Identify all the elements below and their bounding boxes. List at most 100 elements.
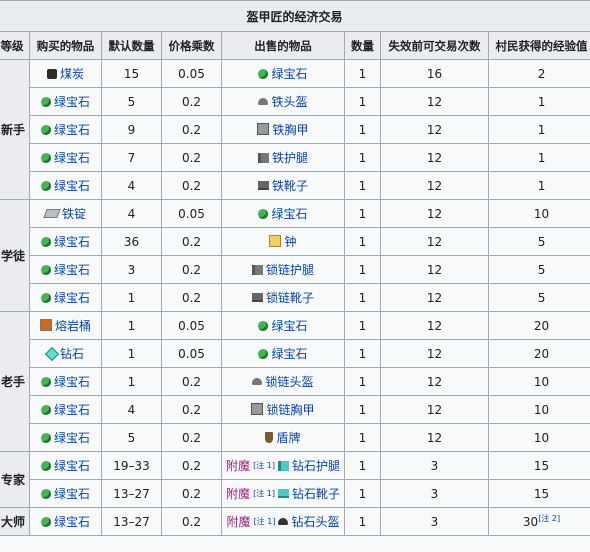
buy-item-link[interactable]: 绿宝石 [54, 513, 90, 530]
column-header: 购买的物品 [29, 31, 102, 60]
max-uses: 12 [380, 339, 489, 368]
emerald-icon [40, 152, 51, 163]
default-quantity: 1 [101, 283, 162, 312]
table-row: 绿宝石 5 0.2 铁头盔 1 12 1 [0, 87, 590, 116]
xp-value: 1 [537, 150, 546, 165]
sell-item-link[interactable]: 锁链护腿 [266, 261, 314, 278]
sell-item-link[interactable]: 钟 [284, 233, 296, 250]
sell-item-link[interactable]: 铁护腿 [272, 149, 308, 166]
price-multiplier: 0.05 [161, 339, 222, 368]
buy-item-link[interactable]: 绿宝石 [54, 457, 90, 474]
price-multiplier: 0.05 [161, 311, 222, 340]
villager-xp: 2 [487, 59, 590, 88]
villager-xp: 10 [487, 423, 590, 452]
buy-item-link[interactable]: 绿宝石 [54, 261, 90, 278]
buy-item-cell: 铁锭 [29, 199, 102, 228]
price-multiplier: 0.2 [161, 171, 222, 200]
table-row: 钻石 1 0.05 绿宝石 1 12 20 [0, 339, 590, 368]
sell-item-link[interactable]: 绿宝石 [271, 205, 307, 222]
buy-item-cell: 绿宝石 [29, 255, 102, 284]
buy-item-link[interactable]: 煤炭 [60, 65, 84, 82]
buy-item-link[interactable]: 绿宝石 [54, 373, 90, 390]
villager-xp: 20 [487, 339, 590, 368]
price-multiplier: 0.2 [161, 283, 222, 312]
enchanted-link[interactable]: 附魔 [226, 485, 250, 502]
buy-item-link[interactable]: 绿宝石 [54, 485, 90, 502]
buy-item-cell: 煤炭 [29, 59, 102, 88]
sell-item-link[interactable]: 盾牌 [276, 429, 300, 446]
sell-item-link[interactable]: 钻石靴子 [292, 485, 340, 502]
sell-item-link[interactable]: 绿宝石 [271, 345, 307, 362]
level-cell: 学徒 [0, 199, 30, 312]
buy-item-link[interactable]: 绿宝石 [54, 429, 90, 446]
sell-quantity: 1 [344, 423, 381, 452]
buy-item-link[interactable]: 绿宝石 [54, 233, 90, 250]
footnote-ref[interactable]: [注 2] [538, 514, 560, 523]
villager-xp: 1 [487, 143, 590, 172]
sell-item-link[interactable]: 铁靴子 [272, 177, 308, 194]
buy-item-link[interactable]: 绿宝石 [54, 289, 90, 306]
sell-item-cell: 附魔 [注 1] 钻石护腿 [221, 451, 345, 480]
villager-xp: 15 [487, 479, 590, 508]
emerald-icon [258, 208, 269, 219]
table-row: 专家 绿宝石 19–33 0.2 附魔 [注 1] 钻石护腿 1 3 15 [0, 451, 590, 508]
buy-item-link[interactable]: 绿宝石 [54, 401, 90, 418]
sell-item-link[interactable]: 钻石护腿 [292, 457, 340, 474]
sell-item-cell: 锁链靴子 [221, 283, 345, 312]
chain-boots-icon [251, 293, 263, 302]
sell-item-link[interactable]: 锁链胸甲 [266, 401, 314, 418]
price-multiplier: 0.05 [161, 199, 222, 228]
price-multiplier: 0.2 [161, 255, 222, 284]
buy-item-link[interactable]: 钻石 [60, 345, 84, 362]
max-uses: 12 [380, 395, 489, 424]
enchanted-link[interactable]: 附魔 [227, 513, 251, 530]
max-uses: 3 [380, 507, 489, 536]
sell-item-cell: 绿宝石 [221, 339, 345, 368]
buy-item-link[interactable]: 铁锭 [62, 205, 86, 222]
sell-item-cell: 铁靴子 [221, 171, 345, 200]
table-row: 学徒 铁锭 4 0.05 绿宝石 1 12 10 [0, 199, 590, 312]
default-quantity: 13–27 [101, 479, 162, 508]
level-cell: 大师 [0, 507, 30, 536]
xp-value: 5 [537, 262, 546, 277]
sell-item-cell: 钟 [221, 227, 345, 256]
max-uses: 12 [380, 311, 489, 340]
chain-chestplate-icon [251, 403, 264, 416]
sell-quantity: 1 [344, 171, 381, 200]
default-quantity: 4 [101, 199, 162, 228]
default-quantity: 7 [101, 143, 162, 172]
buy-item-cell: 绿宝石 [29, 115, 102, 144]
iron-ingot-icon [43, 209, 61, 218]
emerald-icon [40, 124, 51, 135]
default-quantity: 9 [101, 115, 162, 144]
sell-item-link[interactable]: 锁链靴子 [266, 289, 314, 306]
buy-item-link[interactable]: 熔岩桶 [55, 317, 91, 334]
sell-item-link[interactable]: 钻石头盔 [291, 513, 339, 530]
sell-quantity: 1 [344, 255, 381, 284]
max-uses: 12 [380, 367, 489, 396]
price-multiplier: 0.2 [161, 143, 222, 172]
buy-item-link[interactable]: 绿宝石 [54, 149, 90, 166]
sell-item-link[interactable]: 铁头盔 [271, 93, 307, 110]
villager-xp: 10 [487, 395, 590, 424]
price-multiplier: 0.2 [161, 451, 222, 480]
buy-item-cell: 钻石 [29, 339, 102, 368]
sell-quantity: 1 [344, 479, 381, 508]
sell-item-link[interactable]: 绿宝石 [271, 317, 307, 334]
buy-item-link[interactable]: 绿宝石 [54, 121, 90, 138]
sell-quantity: 1 [344, 115, 381, 144]
sell-item-link[interactable]: 绿宝石 [271, 65, 307, 82]
max-uses: 12 [380, 283, 489, 312]
buy-item-link[interactable]: 绿宝石 [54, 177, 90, 194]
villager-xp: 30[注 2] [487, 507, 590, 536]
buy-item-cell: 绿宝石 [29, 143, 102, 172]
sell-item-link[interactable]: 铁胸甲 [272, 121, 308, 138]
enchanted-link[interactable]: 附魔 [226, 457, 250, 474]
level-label: 新手 [0, 123, 25, 137]
column-header: 村民获得的经验值 [487, 31, 590, 60]
table-row: 绿宝石 7 0.2 铁护腿 1 12 1 [0, 143, 590, 172]
iron-helmet-icon [258, 98, 269, 105]
buy-item-link[interactable]: 绿宝石 [54, 93, 90, 110]
buy-item-cell: 绿宝石 [29, 171, 102, 200]
sell-item-link[interactable]: 锁链头盔 [265, 373, 313, 390]
